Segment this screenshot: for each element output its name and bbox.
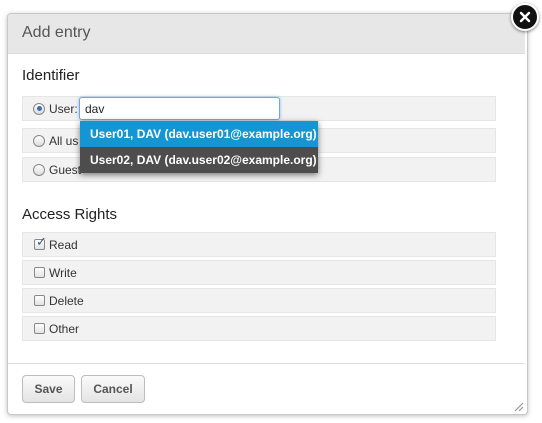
access-rights-heading: Access Rights bbox=[22, 206, 118, 223]
user-radio-label: User: bbox=[49, 101, 78, 116]
access-right-other[interactable]: Other bbox=[22, 316, 496, 341]
autocomplete-item-user02[interactable]: User02, DAV (dav.user02@example.org) bbox=[80, 147, 318, 173]
read-label: Read bbox=[49, 237, 78, 252]
close-button[interactable] bbox=[511, 3, 539, 31]
user-autocomplete-dropdown: User01, DAV (dav.user01@example.org) Use… bbox=[80, 121, 318, 173]
autocomplete-item-user01[interactable]: User01, DAV (dav.user01@example.org) bbox=[80, 121, 318, 147]
guest-radio[interactable] bbox=[33, 163, 45, 176]
dialog-titlebar: Add entry bbox=[8, 14, 525, 54]
delete-label: Delete bbox=[49, 293, 84, 308]
user-radio[interactable] bbox=[33, 102, 45, 115]
delete-checkbox[interactable] bbox=[34, 295, 45, 306]
other-checkbox[interactable] bbox=[34, 323, 45, 334]
write-checkbox[interactable] bbox=[34, 267, 45, 278]
access-right-read[interactable]: ✓ Read bbox=[22, 232, 496, 257]
other-label: Other bbox=[49, 321, 80, 336]
access-right-delete[interactable]: Delete bbox=[22, 288, 496, 313]
all-users-radio-label: All us bbox=[49, 133, 79, 148]
footer-divider bbox=[8, 363, 525, 364]
all-users-radio[interactable] bbox=[33, 134, 45, 147]
save-button[interactable]: Save bbox=[22, 375, 75, 403]
dialog-title: Add entry bbox=[22, 24, 91, 41]
access-right-write[interactable]: Write bbox=[22, 260, 496, 285]
identifier-heading: Identifier bbox=[22, 67, 80, 84]
user-search-input[interactable] bbox=[79, 97, 280, 120]
cancel-button[interactable]: Cancel bbox=[81, 375, 145, 403]
checkmark-icon: ✓ bbox=[36, 234, 47, 249]
resize-grip-icon[interactable] bbox=[512, 400, 524, 412]
read-checkbox[interactable]: ✓ bbox=[34, 235, 47, 250]
write-label: Write bbox=[49, 265, 77, 280]
close-icon bbox=[519, 11, 531, 23]
guest-radio-label: Guest bbox=[49, 162, 82, 177]
